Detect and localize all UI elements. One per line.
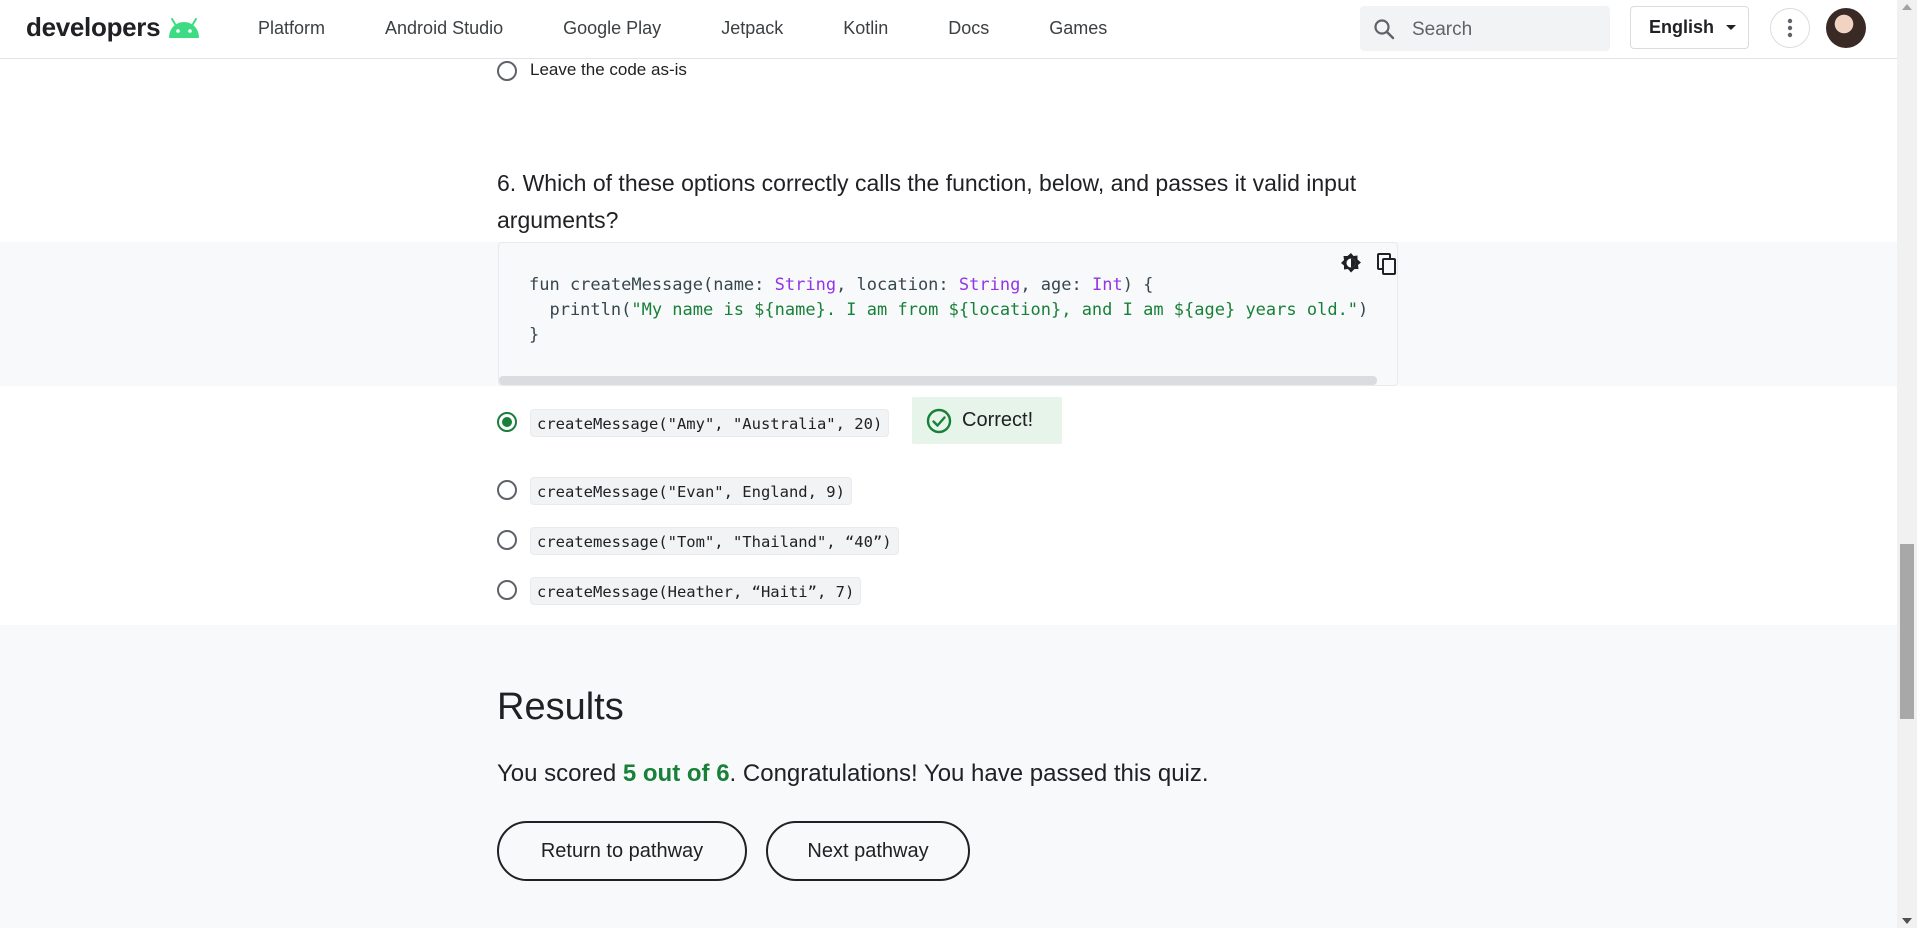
main-nav: Platform Android Studio Google Play Jetp… [258,0,1167,58]
nav-jetpack[interactable]: Jetpack [721,0,783,58]
nav-google-play[interactable]: Google Play [563,0,661,58]
option-label-leave-as-is: Leave the code as-is [530,60,687,79]
option-radio-1[interactable] [497,412,517,432]
code-toolbar [1340,252,1398,276]
top-header: developers Platform Android Studio Googl… [0,0,1897,59]
option-radio-4[interactable] [497,580,517,600]
language-label: English [1649,17,1715,37]
caret-down-icon [1726,25,1737,30]
option-radio-2[interactable] [497,480,517,500]
score-value: 5 out of 6 [622,760,730,787]
search-box[interactable] [1360,6,1610,53]
page-scrollbar[interactable] [1897,0,1917,928]
search-input[interactable] [1410,6,1604,53]
site-logo[interactable]: developers [26,12,202,43]
option-code-2: createMessage("Evan", England, 9) [530,477,852,505]
android-icon [169,17,200,38]
feedback-badge: Correct! [912,397,1062,444]
next-pathway-button[interactable]: Next pathway [766,821,970,881]
option-radio-3[interactable] [497,530,517,550]
score-summary: You scored 5 out of 6. Congratulations! … [497,760,1209,788]
code-content: fun createMessage(name: String, location… [529,273,1368,348]
nav-kotlin[interactable]: Kotlin [843,0,888,58]
nav-games[interactable]: Games [1049,0,1107,58]
copy-icon[interactable] [1376,252,1398,276]
code-block: fun createMessage(name: String, location… [498,242,1398,386]
language-select[interactable]: English [1630,6,1749,49]
avatar[interactable] [1826,8,1866,48]
code-line: fun createMessage(name: String, location… [529,275,1154,295]
more-options-button[interactable] [1770,8,1810,48]
scroll-down-arrow-icon[interactable] [1902,918,1912,924]
feedback-text: Correct! [962,409,1034,431]
check-circle-icon [926,408,952,433]
question-text: 6. Which of these options correctly call… [497,170,1357,233]
option-code-3: createmessage("Tom", "Thailand", “40”) [530,527,899,555]
results-title: Results [497,686,624,728]
scroll-up-arrow-icon[interactable] [1902,4,1912,10]
logo-text: developers [26,12,161,42]
code-line: println("My name is ${name}. I am from $… [529,300,1369,320]
search-icon [1374,19,1395,40]
option-radio-leave-as-is[interactable] [497,61,517,81]
more-vert-icon [1787,18,1793,38]
nav-platform[interactable]: Platform [258,0,325,58]
score-prefix: You scored [497,760,623,787]
nav-android-studio[interactable]: Android Studio [385,0,503,58]
option-code-1: createMessage("Amy", "Australia", 20) [530,409,890,437]
score-suffix: . Congratulations! You have passed this … [729,760,1209,787]
code-horizontal-scrollbar[interactable] [499,376,1377,385]
nav-docs[interactable]: Docs [948,0,989,58]
theme-toggle-icon[interactable] [1340,252,1362,274]
code-line: } [529,325,540,345]
option-code-4: createMessage(Heather, “Haiti”, 7) [530,577,862,605]
return-to-pathway-button[interactable]: Return to pathway [497,821,747,881]
scroll-thumb[interactable] [1900,544,1914,719]
